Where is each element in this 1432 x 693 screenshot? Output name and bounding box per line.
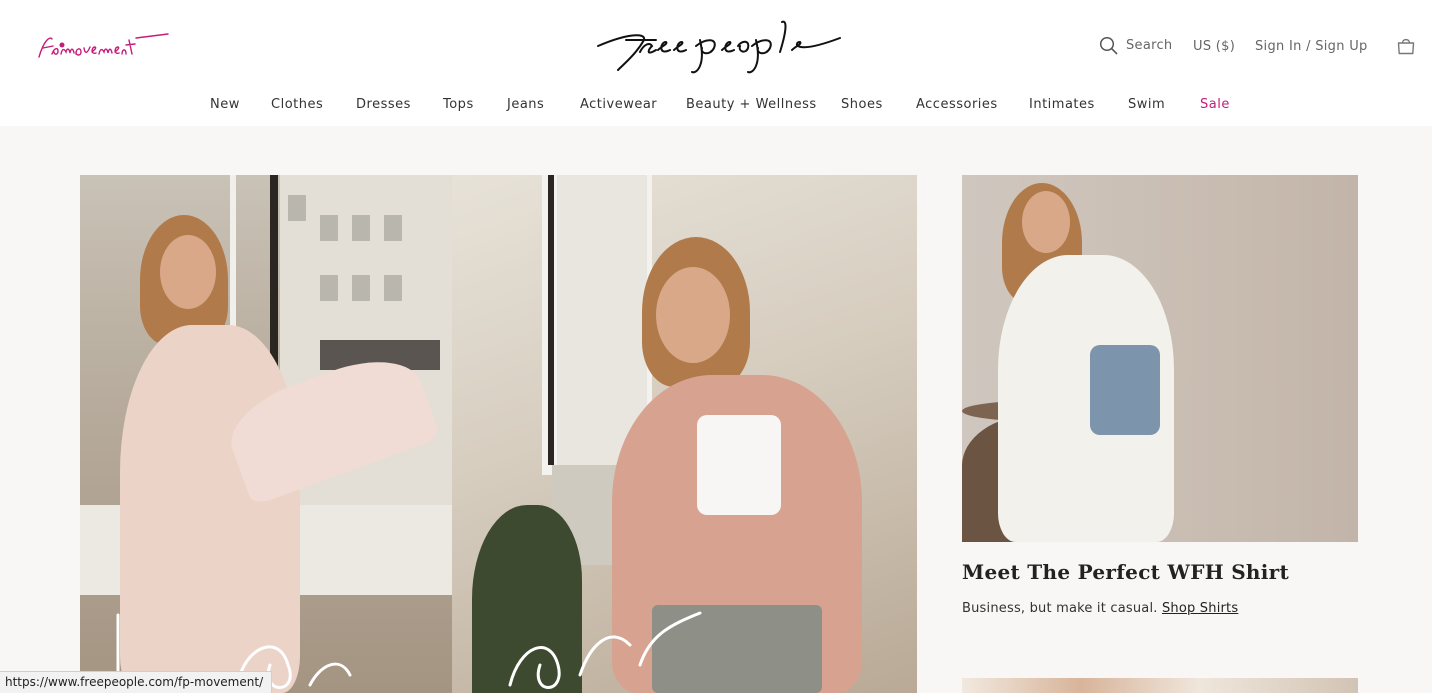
browser-status-bar: https://www.freepeople.com/fp-movement/: [0, 671, 273, 693]
free-people-logo-mark: [597, 20, 841, 74]
promo-image[interactable]: [962, 175, 1358, 542]
nav-item-jeans[interactable]: Jeans: [507, 97, 544, 112]
nav-item-shoes[interactable]: Shoes: [841, 97, 883, 112]
promo-subtitle-text: Business, but make it casual.: [962, 601, 1158, 616]
promo-title: Meet The Perfect WFH Shirt: [962, 560, 1290, 584]
search-icon: [1099, 36, 1118, 55]
nav-item-intimates[interactable]: Intimates: [1029, 97, 1095, 112]
fp-movement-logo-mark: [38, 33, 169, 58]
nav-item-sale[interactable]: Sale: [1200, 97, 1230, 112]
shopping-bag-button[interactable]: [1396, 36, 1416, 56]
nav-item-tops[interactable]: Tops: [443, 97, 474, 112]
search-button[interactable]: Search: [1099, 36, 1172, 55]
free-people-logo[interactable]: [596, 16, 844, 74]
nav-item-accessories[interactable]: Accessories: [916, 97, 998, 112]
search-label: Search: [1126, 38, 1173, 53]
hero-banner[interactable]: [80, 175, 917, 693]
flower-icon: [59, 42, 65, 48]
site-header: Search US ($) Sign In / Sign Up New Clot…: [0, 0, 1432, 126]
sign-in-link[interactable]: Sign In / Sign Up: [1255, 39, 1368, 54]
currency-selector[interactable]: US ($): [1193, 39, 1235, 54]
nav-item-beauty-wellness[interactable]: Beauty + Wellness: [686, 97, 817, 112]
promo-subtitle: Business, but make it casual. Shop Shirt…: [962, 601, 1238, 616]
nav-item-new[interactable]: New: [210, 97, 240, 112]
nav-item-clothes[interactable]: Clothes: [271, 97, 323, 112]
nav-item-activewear[interactable]: Activewear: [580, 97, 657, 112]
fp-movement-logo[interactable]: [36, 30, 172, 64]
second-promo-image[interactable]: [962, 678, 1358, 693]
nav-item-swim[interactable]: Swim: [1128, 97, 1165, 112]
main-nav: New Clothes Dresses Tops Jeans Activewea…: [0, 97, 1432, 117]
nav-item-dresses[interactable]: Dresses: [356, 97, 411, 112]
shopping-bag-icon: [1397, 38, 1415, 55]
shop-shirts-link[interactable]: Shop Shirts: [1162, 601, 1238, 616]
